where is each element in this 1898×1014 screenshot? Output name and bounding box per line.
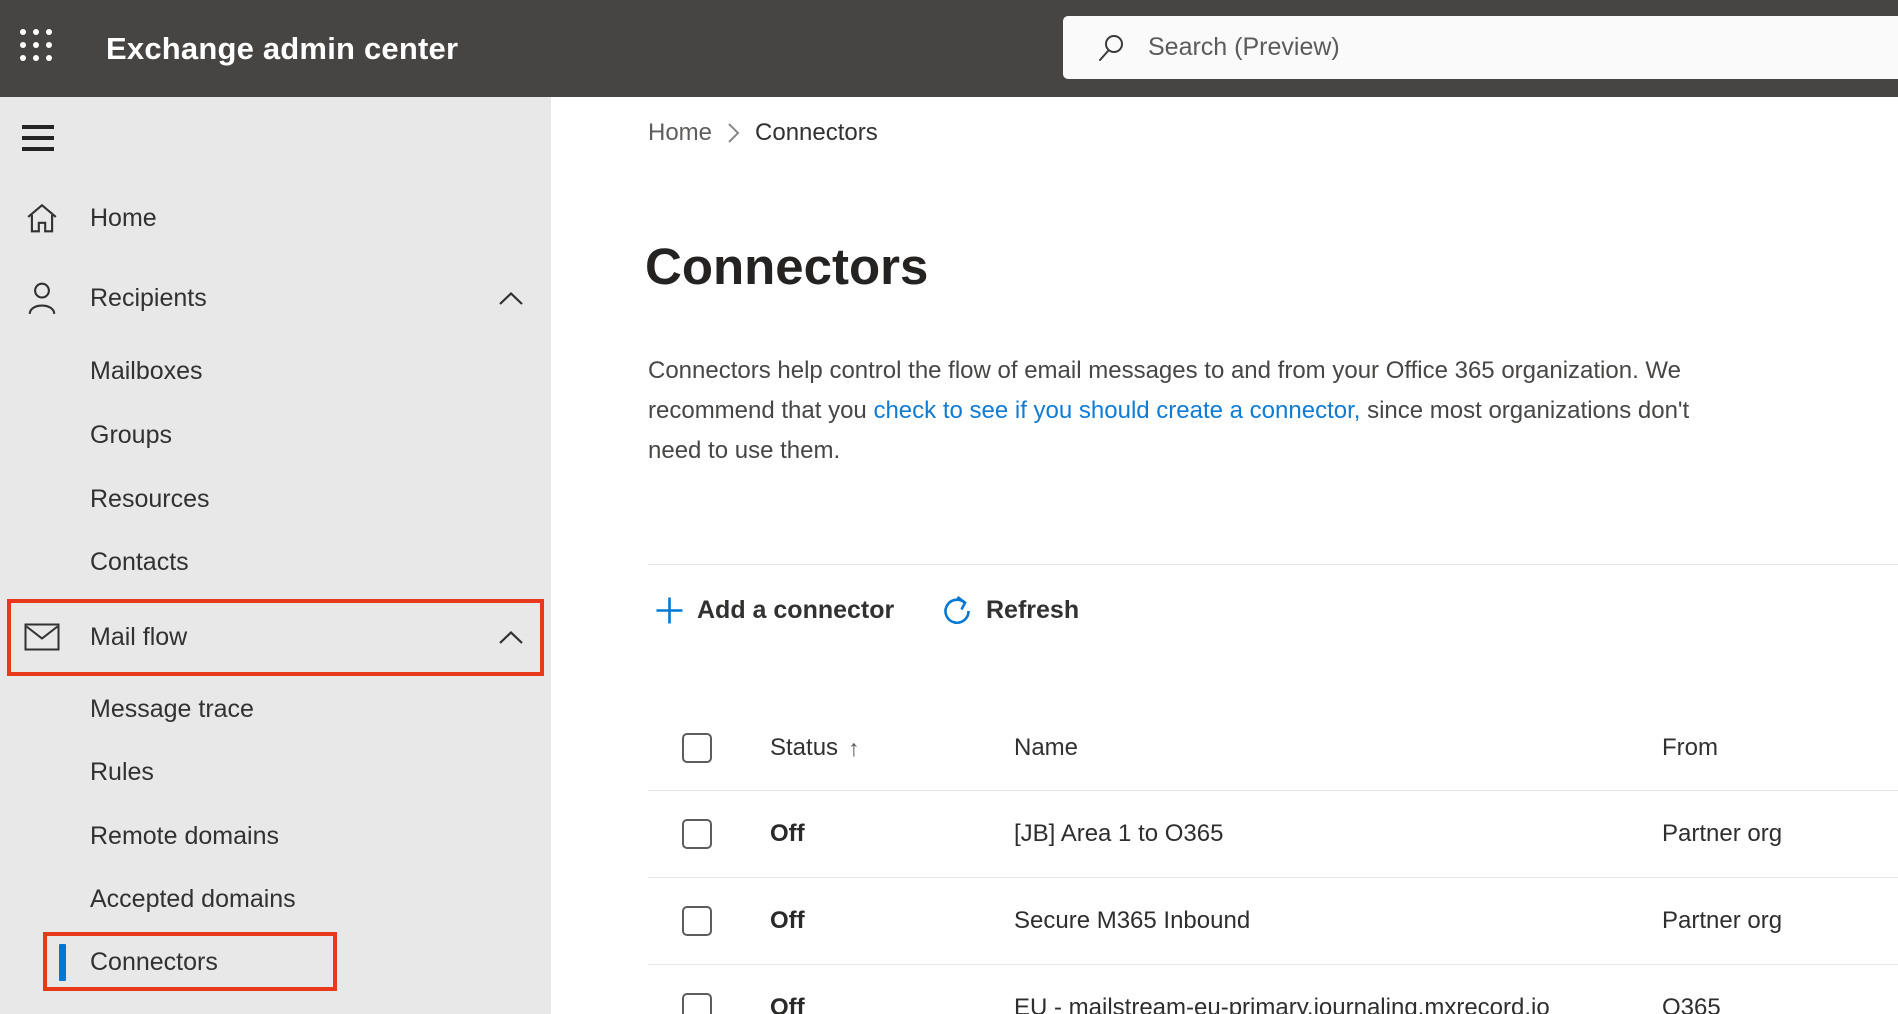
sidebar-item-groups[interactable]: Groups — [0, 410, 551, 460]
description-link[interactable]: check to see if you should create a conn… — [873, 397, 1360, 424]
column-header-name-label: Name — [1014, 734, 1079, 761]
select-all-checkbox[interactable] — [682, 733, 712, 763]
sidebar-item-recipients[interactable]: Recipients — [0, 273, 551, 323]
search-icon — [1097, 33, 1126, 62]
chevron-right-icon — [727, 122, 740, 144]
from-cell: O365 — [1662, 994, 1721, 1014]
sort-ascending-icon: ↑ — [848, 734, 860, 761]
table-row[interactable]: Off [JB] Area 1 to O365 Partner org — [648, 791, 1898, 878]
name-cell: Secure M365 Inbound — [1014, 907, 1251, 934]
sidebar-item-label: Contacts — [90, 547, 189, 576]
breadcrumb: Home Connectors — [648, 119, 878, 147]
chevron-up-icon — [498, 612, 524, 662]
description-line3: need to use them. — [648, 437, 841, 464]
page-title: Connectors — [645, 238, 929, 295]
add-connector-button[interactable]: Add a connector — [655, 588, 894, 632]
sidebar-item-rules[interactable]: Rules — [0, 747, 551, 797]
sidebar-item-label: Remote domains — [90, 821, 279, 850]
table-row[interactable]: Off EU - mailstream-eu-primary.journalin… — [648, 965, 1898, 1014]
refresh-label: Refresh — [986, 595, 1080, 624]
sidebar-item-label: Mail flow — [90, 622, 188, 651]
person-icon — [24, 273, 60, 323]
sidebar-item-label: Connectors — [90, 947, 218, 976]
table-header-row: Status ↑ Name From — [648, 706, 1898, 791]
sidebar-item-contacts[interactable]: Contacts — [0, 537, 551, 587]
breadcrumb-item-home[interactable]: Home — [648, 119, 712, 147]
app-title: Exchange admin center — [106, 30, 459, 66]
sidebar-item-home[interactable]: Home — [0, 193, 551, 243]
sidebar-item-label: Home — [90, 203, 157, 232]
app-launcher-button[interactable] — [20, 29, 56, 65]
chevron-up-icon — [498, 273, 524, 323]
sidebar-item-remote-domains[interactable]: Remote domains — [0, 811, 551, 861]
from-cell: Partner org — [1662, 907, 1783, 934]
sidebar-item-message-trace[interactable]: Message trace — [0, 684, 551, 734]
description-line1: Connectors help control the flow of emai… — [648, 357, 1681, 384]
plus-icon — [655, 596, 684, 625]
description-line2-post: since most organizations don't — [1360, 397, 1690, 424]
sidebar-item-mailboxes[interactable]: Mailboxes — [0, 346, 551, 396]
refresh-icon — [940, 594, 973, 627]
from-cell: Partner org — [1662, 820, 1783, 847]
status-cell: Off — [770, 994, 805, 1014]
connectors-table: Status ↑ Name From Off [JB] Area 1 to O3… — [648, 706, 1898, 1014]
column-header-name[interactable]: Name — [1014, 734, 1662, 762]
sidebar-item-connectors[interactable]: Connectors — [0, 937, 551, 987]
row-checkbox[interactable] — [682, 906, 712, 936]
refresh-button[interactable]: Refresh — [940, 588, 1079, 632]
sidebar-item-label: Rules — [90, 757, 154, 786]
row-checkbox[interactable] — [682, 993, 712, 1014]
selection-indicator — [59, 944, 66, 981]
status-cell: Off — [770, 907, 805, 934]
sidebar-item-label: Accepted domains — [90, 884, 296, 913]
name-cell: EU - mailstream-eu-primary.journaling.mx… — [1014, 994, 1550, 1014]
row-checkbox[interactable] — [682, 819, 712, 849]
search-box[interactable] — [1063, 16, 1898, 79]
main-content: Home Connectors Connectors Connectors he… — [551, 97, 1898, 1014]
breadcrumb-item-connectors: Connectors — [755, 119, 878, 146]
sidebar-item-resources[interactable]: Resources — [0, 474, 551, 524]
sidebar-item-accepted-domains[interactable]: Accepted domains — [0, 874, 551, 924]
menu-toggle-button[interactable] — [22, 125, 54, 151]
sidebar-item-label: Groups — [90, 420, 172, 449]
description-line2-pre: recommend that you — [648, 397, 874, 424]
page-description: Connectors help control the flow of emai… — [648, 351, 1898, 471]
mail-icon — [24, 612, 60, 662]
sidebar-nav: Home Recipients Mailboxes Groups Resourc… — [0, 97, 551, 1014]
sidebar-item-label: Recipients — [90, 283, 207, 312]
sidebar-item-label: Mailboxes — [90, 356, 203, 385]
exchange-admin-center-window: { "topbar": { "app_title": "Exchange adm… — [0, 0, 1898, 1014]
column-header-status-label: Status — [770, 734, 839, 761]
top-app-bar: Exchange admin center — [0, 0, 1898, 97]
sidebar-item-label: Message trace — [90, 694, 254, 723]
table-row[interactable]: Off Secure M365 Inbound Partner org — [648, 878, 1898, 965]
add-connector-label: Add a connector — [697, 595, 895, 624]
sidebar-item-mail-flow[interactable]: Mail flow — [0, 612, 551, 662]
sidebar-item-label: Resources — [90, 484, 210, 513]
column-header-from-label: From — [1662, 734, 1718, 761]
home-icon — [24, 193, 60, 243]
toolbar-divider — [648, 564, 1898, 565]
column-header-status[interactable]: Status ↑ — [770, 734, 1014, 762]
status-cell: Off — [770, 820, 805, 847]
search-input[interactable] — [1148, 33, 1748, 62]
column-header-from[interactable]: From — [1662, 734, 1898, 762]
name-cell: [JB] Area 1 to O365 — [1014, 820, 1224, 847]
